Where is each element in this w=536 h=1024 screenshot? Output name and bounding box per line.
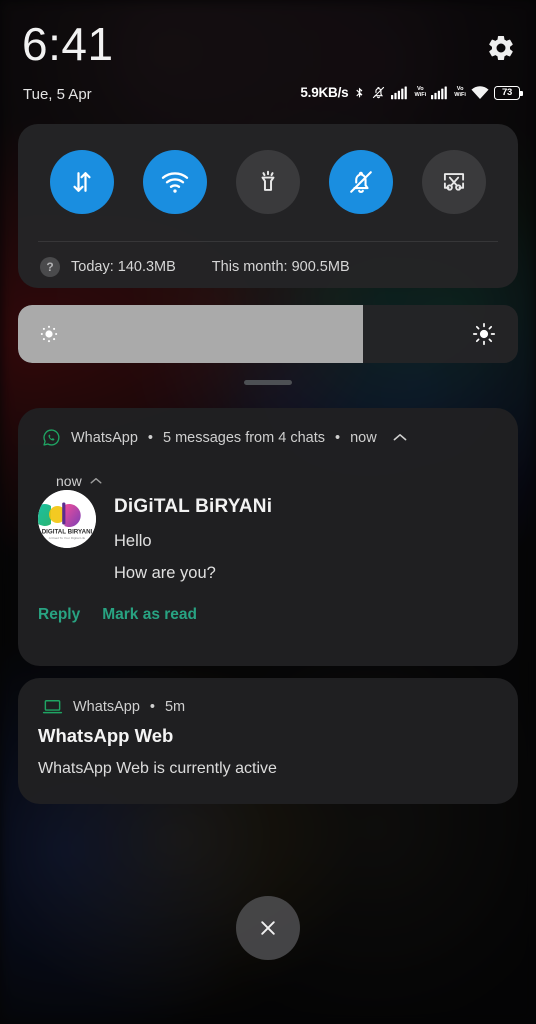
toggle-screenshot[interactable]	[421, 150, 486, 214]
status-bar: 6:41 Tue, 5 Apr 5.9KB/s Vo WiFi Vo WiFi …	[0, 0, 536, 120]
notification-app-name: WhatsApp	[71, 429, 138, 446]
bell-muted-icon	[349, 171, 372, 193]
help-icon[interactable]: ?	[40, 257, 60, 277]
notification-group-time-row: now	[56, 473, 102, 489]
chevron-up-icon[interactable]	[90, 477, 102, 485]
data-usage-month: This month: 900.5MB	[211, 259, 350, 275]
notification-summary: 5 messages from 4 chats	[162, 429, 325, 446]
wifi-icon	[162, 172, 189, 193]
wifi-icon	[471, 86, 489, 100]
notification-actions: Reply Mark as read	[38, 606, 197, 624]
reply-button[interactable]: Reply	[38, 606, 80, 624]
notification-time: now	[350, 429, 377, 446]
mark-as-read-button[interactable]: Mark as read	[102, 606, 197, 624]
date-label: Tue, 5 Apr	[23, 86, 92, 103]
toggle-flashlight[interactable]	[235, 150, 300, 214]
quick-settings-toggles	[18, 124, 518, 240]
flashlight-icon	[261, 170, 275, 191]
toggle-wifi[interactable]	[143, 150, 208, 214]
notification-body: WhatsApp Web is currently active	[38, 760, 277, 777]
data-usage-row: ? Today: 140.3MB This month: 900.5MB	[40, 250, 350, 284]
battery-indicator: 73	[494, 85, 523, 100]
quick-settings-panel: ? Today: 140.3MB This month: 900.5MB	[18, 124, 518, 288]
notification-app-row: WhatsApp • 5m	[42, 698, 185, 715]
status-bar-icons: 5.9KB/s Vo WiFi Vo WiFi 73	[300, 84, 523, 101]
network-speed-label: 5.9KB/s	[300, 85, 349, 100]
bluetooth-icon	[356, 87, 363, 98]
vowifi-label-1: Vo WiFi	[414, 85, 427, 98]
notification-time: 5m	[164, 698, 186, 715]
divider	[38, 241, 498, 242]
data-usage-today: Today: 140.3MB	[71, 259, 176, 275]
svg-text:A Road To Your Digital Life: A Road To Your Digital Life	[49, 536, 86, 540]
vowifi-label-2: Vo WiFi	[454, 85, 466, 98]
battery-level-label: 73	[502, 87, 512, 98]
notification-app-name: WhatsApp	[73, 698, 140, 715]
bullet-separator: •	[147, 429, 153, 446]
brightness-slider[interactable]	[18, 305, 518, 363]
message-sender-name: DiGiTAL BiRYANi	[114, 496, 273, 517]
brightness-high-icon	[472, 322, 496, 346]
svg-text:DIGITAL BIRYANI: DIGITAL BIRYANI	[42, 529, 93, 536]
toggle-mobile-data[interactable]	[50, 150, 115, 214]
digital-biryani-avatar: DIGITAL BIRYANI A Road To Your Digital L…	[38, 490, 96, 548]
notification-whatsapp-messages[interactable]: WhatsApp • 5 messages from 4 chats • now…	[18, 408, 518, 666]
message-line: Hello	[114, 532, 152, 550]
brightness-slider-fill	[18, 305, 363, 363]
data-transfer-icon	[73, 172, 91, 192]
toggle-silent-mode[interactable]	[328, 150, 393, 214]
shade-drag-handle[interactable]	[244, 380, 292, 385]
notification-title: WhatsApp Web	[38, 725, 174, 746]
group-time-label: now	[56, 473, 82, 489]
whatsapp-icon	[43, 429, 60, 446]
bullet-separator: •	[149, 698, 155, 715]
cellular-signal-icon	[431, 86, 448, 100]
brightness-low-icon	[40, 325, 58, 343]
message-line: How are you?	[114, 564, 216, 582]
notification-shade: 6:41 Tue, 5 Apr 5.9KB/s Vo WiFi Vo WiFi …	[0, 0, 536, 1024]
screenshot-scissors-icon	[443, 173, 464, 191]
chevron-up-icon[interactable]	[393, 433, 407, 442]
bullet-separator: •	[334, 429, 341, 446]
clock: 6:41	[22, 18, 114, 70]
close-x-icon	[261, 921, 275, 935]
gear-icon[interactable]	[486, 33, 516, 63]
notification-app-row: WhatsApp • 5 messages from 4 chats • now	[42, 428, 407, 447]
clear-all-notifications-button[interactable]	[236, 896, 300, 960]
laptop-icon	[42, 699, 63, 714]
cellular-signal-icon	[391, 86, 408, 100]
bell-muted-icon	[373, 86, 385, 99]
